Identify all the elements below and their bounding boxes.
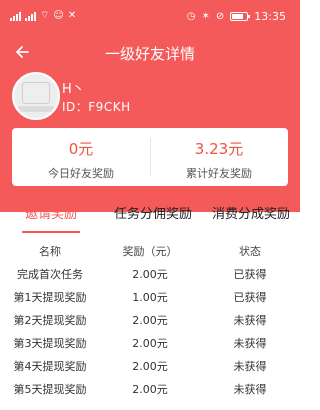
tab-invite-reward[interactable]: 邀请奖励	[14, 200, 88, 234]
reward-table: 名称 奖励（元） 状态 完成首次任务 2.00元 已获得 第1天提现奖励 1.0…	[0, 240, 300, 401]
tab-task-commission[interactable]: 任务分佣奖励	[108, 200, 198, 234]
avatar[interactable]	[12, 72, 60, 120]
battery-fill	[232, 14, 244, 19]
row-status: 未获得	[233, 337, 267, 350]
battery-icon	[230, 12, 251, 21]
row-reward: 2.00元	[132, 268, 168, 281]
status-time: 13:35	[254, 10, 286, 23]
table-row: 第2天提现奖励 2.00元 未获得	[0, 309, 300, 332]
row-reward: 2.00元	[132, 360, 168, 373]
friend-nickname: H丶	[62, 82, 85, 97]
tab-consumption-share[interactable]: 消费分成奖励	[208, 200, 294, 234]
table-header: 名称 奖励（元） 状态	[0, 240, 300, 263]
header-reward: 奖励（元）	[122, 245, 178, 258]
do-not-disturb-icon: ⊘	[215, 10, 225, 22]
row-reward: 2.00元	[132, 314, 168, 327]
friend-profile: H丶 ID：F9CKH	[12, 72, 292, 122]
row-reward: 2.00元	[132, 383, 168, 396]
row-status: 已获得	[233, 268, 267, 281]
status-bar: ⌔ ☺ ✕ ◷ ✶ ⊘ 13:35	[0, 0, 300, 30]
row-name: 第2天提现奖励	[13, 314, 87, 327]
signal-icon-2	[25, 11, 36, 21]
row-status: 未获得	[233, 314, 267, 327]
row-status: 已获得	[233, 291, 267, 304]
page-title: 一级好友详情	[104, 45, 195, 63]
total-reward-value: 3.23元	[194, 140, 244, 158]
active-tab-indicator	[22, 231, 80, 233]
signal-icon	[10, 11, 21, 21]
row-reward: 2.00元	[132, 337, 168, 350]
today-reward: 0元 今日好友奖励	[12, 128, 150, 186]
status-left: ⌔ ☺ ✕	[10, 11, 76, 21]
row-name: 第3天提现奖励	[13, 337, 87, 350]
today-reward-label: 今日好友奖励	[48, 167, 114, 180]
row-status: 未获得	[233, 383, 267, 396]
tab-label: 邀请奖励	[24, 207, 77, 222]
notification-icon: ☺	[53, 10, 64, 21]
wifi-icon: ⌔	[40, 10, 50, 21]
status-right: ◷ ✶ ⊘ 13:35	[187, 10, 286, 23]
app-icon: ✕	[67, 10, 77, 21]
row-name: 完成首次任务	[17, 268, 83, 281]
row-name: 第4天提现奖励	[13, 360, 87, 373]
table-row: 完成首次任务 2.00元 已获得	[0, 263, 300, 286]
mute-icon: ✶	[201, 10, 210, 22]
total-reward-label: 累计好友奖励	[186, 167, 252, 180]
friend-id: ID：F9CKH	[62, 100, 131, 114]
row-reward: 1.00元	[132, 291, 168, 304]
table-row: 第5天提现奖励 2.00元 未获得	[0, 378, 300, 401]
row-name: 第1天提现奖励	[13, 291, 87, 304]
alarm-icon: ◷	[186, 10, 196, 22]
reward-stats-card: 0元 今日好友奖励 3.23元 累计好友奖励	[12, 128, 288, 186]
table-row: 第3天提现奖励 2.00元 未获得	[0, 332, 300, 355]
row-status: 未获得	[233, 360, 267, 373]
avatar-caption-bar	[18, 106, 54, 112]
reward-tabs: 邀请奖励 任务分佣奖励 消费分成奖励	[0, 200, 300, 234]
table-row: 第1天提现奖励 1.00元 已获得	[0, 286, 300, 309]
header-name: 名称	[39, 245, 61, 258]
tab-label: 任务分佣奖励	[113, 207, 192, 222]
top-nav: 一级好友详情	[0, 34, 300, 70]
table-row: 第4天提现奖励 2.00元 未获得	[0, 355, 300, 378]
total-reward: 3.23元 累计好友奖励	[150, 128, 288, 186]
today-reward-value: 0元	[68, 140, 94, 158]
avatar-image-placeholder	[22, 82, 50, 104]
tab-label: 消费分成奖励	[211, 207, 290, 222]
row-name: 第5天提现奖励	[13, 383, 87, 396]
header-status: 状态	[239, 245, 261, 258]
